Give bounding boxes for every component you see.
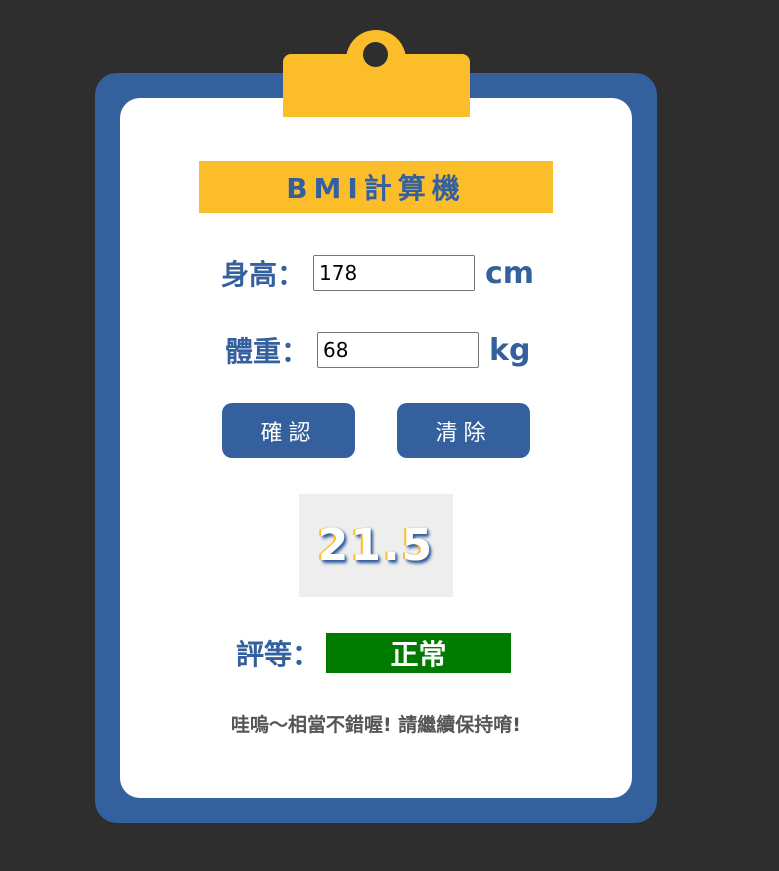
grade-badge: 正常 bbox=[326, 633, 512, 673]
weight-row: 體重： kg bbox=[225, 330, 530, 370]
app-stage: BMI計算機 身高： cm 體重： kg 確認 清除 21.5 評等： 正常 哇… bbox=[0, 0, 779, 871]
advice-message: 哇嗚～相當不錯喔! 請繼續保持唷! bbox=[231, 714, 521, 736]
clip-hole bbox=[363, 42, 388, 67]
weight-unit: kg bbox=[489, 332, 531, 368]
weight-input[interactable] bbox=[317, 332, 480, 368]
bmi-value: 21.5 bbox=[317, 520, 435, 571]
title-banner: BMI計算機 bbox=[199, 161, 553, 213]
confirm-button[interactable]: 確認 bbox=[222, 403, 355, 458]
grade-row: 評等： 正常 bbox=[236, 633, 512, 673]
grade-label: 評等： bbox=[236, 638, 321, 671]
bmi-result-box: 21.5 bbox=[299, 494, 453, 597]
clear-button[interactable]: 清除 bbox=[397, 403, 530, 458]
page-title: BMI計算機 bbox=[286, 172, 466, 205]
height-label: 身高： bbox=[221, 258, 306, 291]
height-row: 身高： cm bbox=[221, 253, 534, 293]
weight-label: 體重： bbox=[225, 335, 310, 368]
height-unit: cm bbox=[485, 255, 535, 291]
height-input[interactable] bbox=[313, 255, 476, 291]
